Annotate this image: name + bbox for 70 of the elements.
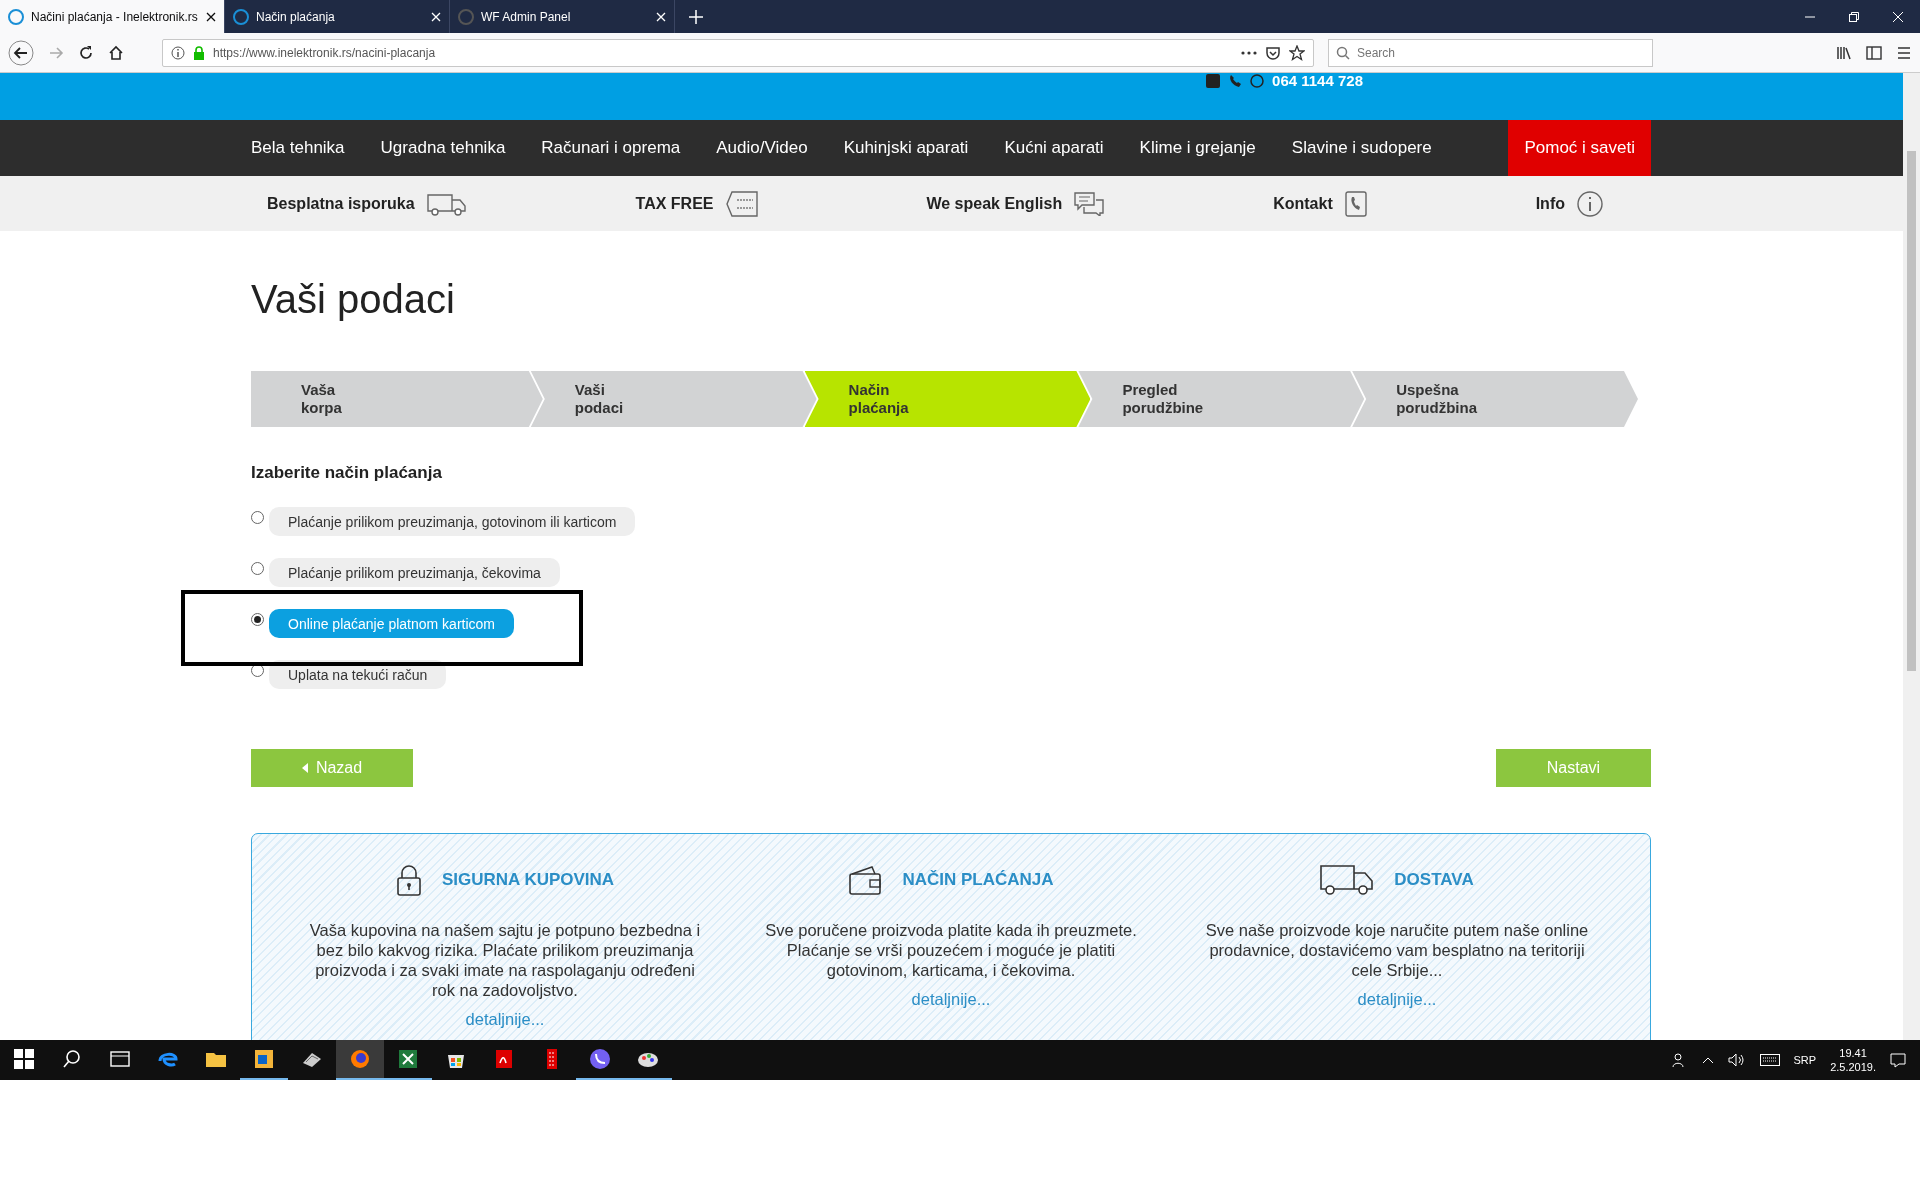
phone-number: 064 1144 728 bbox=[1272, 73, 1363, 89]
restore-icon[interactable] bbox=[1849, 11, 1859, 22]
nav-link[interactable]: Računari i oprema bbox=[523, 120, 699, 176]
browser-tab[interactable]: Načini plaćanja - Inelektronik.rs bbox=[0, 0, 225, 33]
nav-link[interactable]: Ugradna tehnika bbox=[362, 120, 524, 176]
scrollbar[interactable] bbox=[1903, 73, 1920, 1040]
nav-link[interactable]: Pomoć i saveti bbox=[1508, 120, 1651, 176]
reload-icon[interactable] bbox=[78, 44, 94, 61]
windows-icon[interactable] bbox=[12, 1047, 36, 1071]
info-text: Sve naše proizvode koje naručite putem naše online prodavnice, dostavićemo vam besplatno na teritoriji cele Srbije... bbox=[1204, 920, 1590, 980]
sidebar-icon[interactable] bbox=[1866, 44, 1882, 61]
truck-icon bbox=[426, 191, 467, 216]
feature-link[interactable]: Besplatna isporuka bbox=[267, 194, 415, 213]
feature-link[interactable]: Info bbox=[1535, 194, 1565, 213]
info-title: NAČIN PLAĆANJA bbox=[902, 870, 1054, 890]
radio-button[interactable] bbox=[251, 511, 264, 524]
nav-link[interactable]: Kućni aparati bbox=[986, 120, 1122, 176]
feature-link[interactable]: TAX FREE bbox=[635, 194, 714, 213]
address-bar[interactable]: https://www.inelektronik.rs/nacini-placanja bbox=[162, 38, 1314, 67]
radio-button[interactable] bbox=[251, 562, 264, 575]
nav-link[interactable]: Bela tehnika bbox=[251, 120, 363, 176]
info-icon bbox=[1577, 190, 1603, 217]
chat-icon bbox=[1074, 191, 1105, 216]
back-icon[interactable] bbox=[8, 39, 34, 66]
info-text: Vaša kupovina na našem sajtu je potpuno bezbedna i bez bilo kakvog rizika. Plaćate prilikom preuzimanja proizvoda i za svaki imate na raspolaganju određeni rok na zadovoljstvo. bbox=[308, 920, 702, 1000]
language-indicator[interactable]: SRP bbox=[1793, 1054, 1817, 1066]
nav-link[interactable]: Kuhinjski aparati bbox=[825, 120, 987, 176]
checkout-step: Vaša korpa bbox=[251, 371, 543, 427]
speaker-icon[interactable] bbox=[1727, 1053, 1746, 1067]
nav-link[interactable]: Audio/Video bbox=[698, 120, 826, 176]
info-title: DOSTAVA bbox=[1394, 870, 1474, 890]
site-icon bbox=[233, 8, 249, 25]
payment-option[interactable]: Plaćanje prilikom preuzimanja, gotovinom ili karticom bbox=[269, 507, 636, 536]
section-heading: Izaberite način plaćanja bbox=[251, 463, 443, 483]
checkout-step: Pregled porudžbine bbox=[1078, 371, 1365, 427]
checkout-step: Način plaćanja bbox=[804, 371, 1091, 427]
chevron-up-icon[interactable] bbox=[1701, 1056, 1714, 1064]
keyboard-icon[interactable] bbox=[1759, 1054, 1780, 1066]
home-icon[interactable] bbox=[108, 44, 124, 61]
feature-link[interactable]: Kontakt bbox=[1273, 194, 1333, 213]
padlock-icon bbox=[395, 864, 422, 896]
more-icon[interactable] bbox=[1241, 50, 1257, 55]
checkout-step: Uspešna porudžbina bbox=[1352, 371, 1638, 427]
close-icon[interactable] bbox=[206, 11, 216, 22]
info-text: Sve poručene proizvoda platite kada ih preuzmete. Plaćanje se vrši pouzećem i moguće je platiti gotovinom, karticama, i čekovima. bbox=[764, 920, 1138, 980]
nav-link[interactable]: Klime i grejanje bbox=[1121, 120, 1274, 176]
menu-icon[interactable] bbox=[1896, 44, 1912, 61]
site-icon bbox=[8, 8, 24, 25]
payment-option[interactable]: Plaćanje prilikom preuzimanja, čekovima bbox=[269, 558, 560, 587]
library-icon[interactable] bbox=[1836, 44, 1852, 61]
info-icon bbox=[171, 45, 185, 60]
truck-icon bbox=[1320, 864, 1375, 896]
page-title: Vaši podaci bbox=[251, 277, 456, 321]
star-icon[interactable] bbox=[1289, 44, 1305, 61]
search-icon bbox=[1336, 45, 1350, 60]
info-title: SIGURNA KUPOVINA bbox=[441, 870, 615, 890]
new-tab-icon[interactable] bbox=[689, 9, 703, 24]
clock-date[interactable]: 2.5.2019. bbox=[1830, 1060, 1876, 1074]
notification-icon[interactable] bbox=[1890, 1052, 1906, 1068]
nav-link[interactable]: Slavine i sudopere bbox=[1273, 120, 1450, 176]
lock-icon bbox=[193, 45, 205, 60]
radio-button[interactable] bbox=[251, 613, 264, 626]
search-field[interactable]: Search bbox=[1328, 38, 1653, 67]
wallet-icon bbox=[848, 865, 883, 895]
checkout-step: Vaši podaci bbox=[530, 371, 817, 427]
pocket-icon[interactable] bbox=[1265, 44, 1281, 61]
feature-link[interactable]: We speak English bbox=[926, 194, 1063, 213]
caret-icon bbox=[301, 763, 308, 773]
clock-time[interactable]: 19.41 bbox=[1839, 1046, 1867, 1060]
site-icon bbox=[458, 8, 474, 25]
